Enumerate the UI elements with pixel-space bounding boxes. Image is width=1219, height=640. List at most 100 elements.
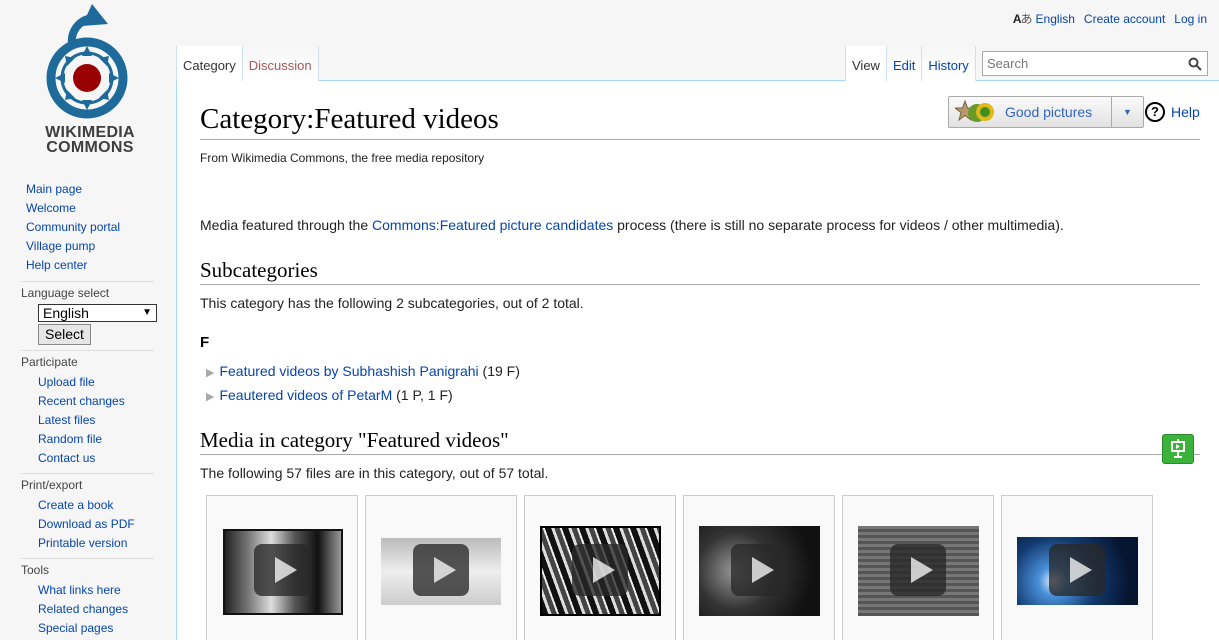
random-file-link[interactable]: Random file — [38, 432, 102, 446]
intro-text-before: Media featured through the — [200, 217, 373, 233]
expand-triangle-icon[interactable]: ▶ — [206, 391, 214, 403]
slideshow-button[interactable] — [1162, 434, 1194, 464]
logo-line-2: COMMONS — [46, 139, 134, 156]
tab-history[interactable]: History — [922, 46, 976, 81]
help-link[interactable]: ? Help — [1145, 102, 1200, 122]
participate-portal: Participate Upload file Recent changes L… — [21, 350, 154, 468]
subcategory-item: ▶ Featured videos by Subhashish Panigrahi… — [206, 363, 520, 379]
related-changes-link[interactable]: Related changes — [38, 602, 128, 616]
subcategory-link[interactable]: Feautered videos of PetarM — [219, 387, 392, 403]
sidebar-item-printable-version[interactable]: Printable version — [21, 534, 154, 553]
latest-files-link[interactable]: Latest files — [38, 413, 95, 427]
featured-picture-candidates-link[interactable]: Commons:Featured picture candidates — [372, 217, 613, 233]
help-center-link[interactable]: Help center — [26, 258, 87, 272]
sidebar-item-create-book[interactable]: Create a book — [21, 496, 154, 515]
video-thumbnail[interactable] — [206, 495, 358, 640]
sidebar-item-recent-changes[interactable]: Recent changes — [21, 392, 154, 411]
sidebar-item-what-links-here[interactable]: What links here — [21, 581, 154, 600]
create-book-link[interactable]: Create a book — [38, 498, 113, 512]
create-account-link[interactable]: Create account — [1084, 12, 1165, 26]
sidebar: Main page Welcome Community portal Villa… — [0, 180, 170, 638]
sidebar-item-welcome[interactable]: Welcome — [21, 199, 154, 218]
sidebar-item-contact-us[interactable]: Contact us — [21, 449, 154, 468]
upload-file-link[interactable]: Upload file — [38, 375, 95, 389]
view-tabs: View Edit History — [845, 46, 976, 81]
language-dropdown-value: English — [43, 305, 89, 321]
play-icon — [731, 544, 787, 596]
play-icon — [1049, 544, 1105, 596]
language-select-portal: Language select English ▼ Select — [21, 281, 157, 345]
video-thumbnail[interactable] — [524, 495, 676, 640]
slideshow-icon — [1171, 439, 1185, 458]
contact-us-link[interactable]: Contact us — [38, 451, 95, 465]
video-thumbnail[interactable] — [683, 495, 835, 640]
help-icon: ? — [1145, 102, 1165, 122]
what-links-here-link[interactable]: What links here — [38, 583, 121, 597]
subcategory-item: ▶ Feautered videos of PetarM (1 P, 1 F) — [206, 387, 453, 403]
sidebar-item-main-page[interactable]: Main page — [21, 180, 154, 199]
special-pages-link[interactable]: Special pages — [38, 621, 113, 635]
language-select-form: English ▼ Select — [38, 304, 157, 345]
subcategories-description: This category has the following 2 subcat… — [200, 295, 584, 311]
sidebar-item-latest-files[interactable]: Latest files — [21, 411, 154, 430]
search-icon[interactable] — [1188, 57, 1202, 71]
help-label[interactable]: Help — [1171, 104, 1200, 120]
site-subtitle: From Wikimedia Commons, the free media r… — [200, 151, 485, 165]
download-pdf-link[interactable]: Download as PDF — [38, 517, 135, 531]
language-icon[interactable]: Aあ — [1013, 10, 1033, 27]
participate-heading: Participate — [21, 355, 78, 369]
log-in-link[interactable]: Log in — [1174, 12, 1207, 26]
tools-portal: Tools What links here Related changes Sp… — [21, 558, 154, 638]
tab-category[interactable]: Category — [176, 46, 243, 81]
language-link[interactable]: English — [1036, 12, 1075, 26]
expand-triangle-icon[interactable]: ▶ — [206, 367, 214, 379]
video-thumbnail[interactable] — [365, 495, 517, 640]
sidebar-item-village-pump[interactable]: Village pump — [21, 237, 154, 256]
quality-badges-icon — [955, 99, 994, 122]
logo-wordmark: WIKIMEDIA COMMONS — [20, 124, 160, 156]
sidebar-item-random-file[interactable]: Random file — [21, 430, 154, 449]
good-pictures-label: Good pictures — [1005, 104, 1093, 120]
video-thumbnail[interactable] — [1001, 495, 1153, 640]
subcategory-letter-heading: F — [200, 334, 210, 351]
category-intro: Media featured through the Commons:Featu… — [200, 217, 1064, 233]
logo-line-1: WIKIMEDIA — [45, 124, 135, 141]
personal-tools: Aあ English Create account Log in — [1013, 10, 1207, 27]
play-icon — [890, 544, 946, 596]
community-portal-link[interactable]: Community portal — [26, 220, 120, 234]
gallery-dropdown-arrow-icon[interactable]: ▼ — [1112, 97, 1143, 127]
search-input[interactable]: Search — [987, 56, 1028, 71]
village-pump-link[interactable]: Village pump — [26, 239, 95, 253]
play-icon — [413, 544, 469, 596]
select-button[interactable]: Select — [38, 324, 91, 345]
commons-logo-icon — [46, 4, 128, 119]
sidebar-item-upload-file[interactable]: Upload file — [21, 373, 154, 392]
play-icon — [572, 544, 628, 596]
sidebar-item-special-pages[interactable]: Special pages — [21, 619, 154, 638]
sidebar-item-download-pdf[interactable]: Download as PDF — [21, 515, 154, 534]
tab-discussion[interactable]: Discussion — [242, 46, 319, 81]
wikimedia-commons-logo[interactable]: WIKIMEDIA COMMONS — [20, 0, 160, 165]
subcategory-count: (1 P, 1 F) — [396, 387, 453, 403]
subcategory-link[interactable]: Featured videos by Subhashish Panigrahi — [219, 363, 478, 379]
tools-heading: Tools — [21, 563, 50, 577]
sidebar-item-help-center[interactable]: Help center — [21, 256, 154, 275]
recent-changes-link[interactable]: Recent changes — [38, 394, 125, 408]
search-box[interactable]: Search — [982, 51, 1208, 76]
language-dropdown[interactable]: English ▼ — [38, 304, 157, 322]
print-export-heading: Print/export — [21, 478, 83, 492]
sidebar-item-related-changes[interactable]: Related changes — [21, 600, 154, 619]
tab-edit[interactable]: Edit — [886, 46, 923, 81]
printable-version-link[interactable]: Printable version — [38, 536, 127, 550]
dropdown-arrow-icon: ▼ — [142, 307, 152, 318]
sidebar-item-community-portal[interactable]: Community portal — [21, 218, 154, 237]
welcome-link[interactable]: Welcome — [26, 201, 76, 215]
gallery-filter-button[interactable]: Good pictures ▼ — [948, 96, 1144, 128]
main-page-link[interactable]: Main page — [26, 182, 82, 196]
tab-view[interactable]: View — [845, 46, 887, 81]
good-pictures-button[interactable]: Good pictures — [949, 97, 1112, 127]
video-thumbnail[interactable] — [842, 495, 994, 640]
language-select-heading: Language select — [21, 286, 110, 300]
media-description: The following 57 files are in this categ… — [200, 465, 549, 481]
intro-text-after: process (there is still no separate proc… — [613, 217, 1064, 233]
